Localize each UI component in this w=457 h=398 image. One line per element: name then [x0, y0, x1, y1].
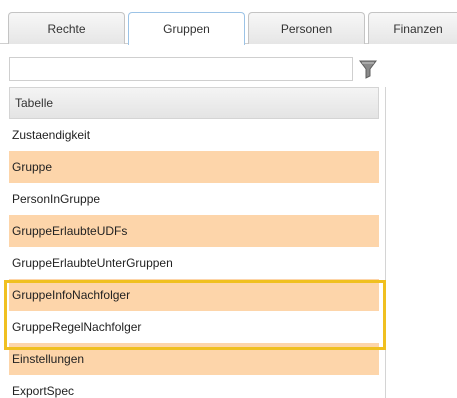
table-row[interactable]: GruppeInfoNachfolger	[9, 279, 379, 311]
table-scroll-divider	[385, 87, 386, 398]
table-row[interactable]: ExportSpec	[9, 375, 379, 398]
tab-gruppen[interactable]: Gruppen	[128, 12, 245, 45]
tab-bar: Rechte Gruppen Personen Finanzen	[0, 0, 457, 45]
funnel-filter-icon[interactable]	[359, 58, 377, 80]
table-row[interactable]: PersonInGruppe	[9, 183, 379, 215]
table-rows: Zustaendigkeit Gruppe PersonInGruppe Gru…	[9, 119, 379, 398]
table-list: Tabelle Zustaendigkeit Gruppe PersonInGr…	[9, 87, 379, 398]
table-row[interactable]: Einstellungen	[9, 343, 379, 375]
table-row[interactable]: GruppeRegelNachfolger	[9, 311, 379, 343]
tab-personen[interactable]: Personen	[248, 12, 365, 44]
table-row[interactable]: GruppeErlaubteUDFs	[9, 215, 379, 247]
table-row[interactable]: GruppeErlaubteUnterGruppen	[9, 247, 379, 279]
app-root: Rechte Gruppen Personen Finanzen Tabelle…	[0, 0, 457, 398]
tab-finanzen[interactable]: Finanzen	[368, 12, 457, 44]
tab-rechte[interactable]: Rechte	[8, 12, 125, 44]
column-header-tabelle[interactable]: Tabelle	[9, 87, 379, 119]
table-row[interactable]: Zustaendigkeit	[9, 119, 379, 151]
table-row[interactable]: Gruppe	[9, 151, 379, 183]
table-filter-input[interactable]	[9, 57, 353, 81]
